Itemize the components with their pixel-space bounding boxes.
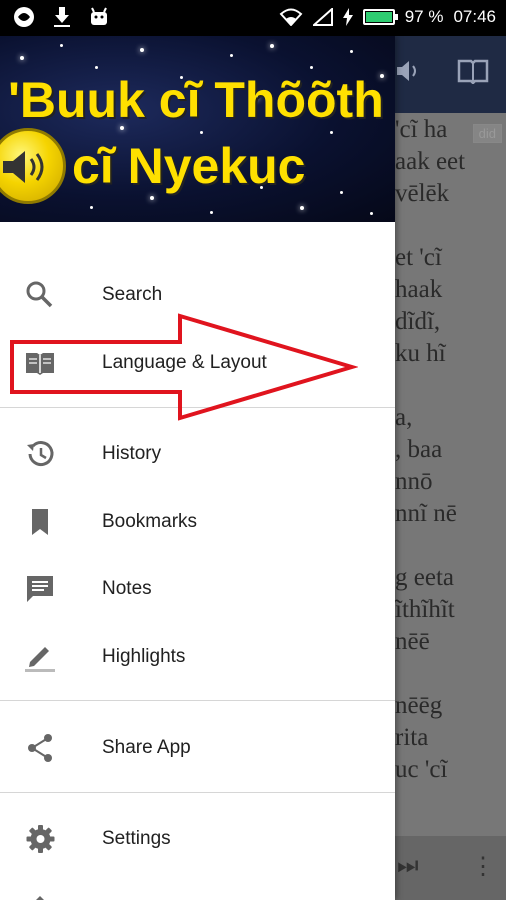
download-icon (54, 7, 70, 27)
reader-bottom-bar: ⏭ ⋮ (395, 836, 506, 900)
star-decoration (210, 211, 213, 214)
reader-line: a, (395, 404, 413, 431)
star-decoration (310, 66, 313, 69)
menu-label-notes: Notes (102, 578, 152, 599)
star-decoration (140, 48, 144, 52)
status-icons-left (12, 5, 110, 29)
menu-item-share-app[interactable]: Share App (0, 719, 395, 775)
speaker-logo-icon (0, 128, 66, 204)
star-decoration (90, 206, 93, 209)
partial-icon (36, 896, 44, 900)
menu-label-search: Search (102, 284, 163, 305)
drawer-header: 'Buuk cĩ Thõõth cĩ Nyekuc (0, 36, 395, 222)
app-title-line1: 'Buuk cĩ Thõõth (8, 72, 384, 128)
signal-icon (312, 8, 333, 26)
highlight-pen-icon (25, 647, 55, 672)
reader-line (395, 530, 506, 562)
status-icons-right: 97 % 07:46 (279, 7, 496, 27)
reader-line: ĩthĩhĩt (395, 596, 455, 623)
reader-line: ku hĩ (395, 340, 446, 367)
reader-line: , baa (395, 436, 443, 463)
star-decoration (270, 44, 274, 48)
menu-label-share-app: Share App (102, 737, 191, 758)
menu-divider (0, 792, 395, 793)
reader-line: nēēg (395, 692, 443, 719)
star-decoration (60, 44, 63, 47)
reader-line: nnō (395, 468, 433, 495)
reader-line (395, 370, 506, 402)
reader-line: aak eet (395, 148, 466, 175)
reader-line: et 'cĩ (395, 244, 442, 271)
reader-text: 'cĩ ha aak eet vēlēk et 'cĩ haak dĩdĩ, ku hĩ a,… (395, 114, 506, 786)
annotation-arrow (10, 313, 358, 421)
menu-label-settings: Settings (102, 828, 171, 849)
star-decoration (200, 131, 203, 134)
menu-divider (0, 700, 395, 701)
reader-line (395, 658, 506, 690)
bookmark-icon (32, 509, 48, 535)
reader-line: dĩdĩ, (395, 308, 441, 335)
charging-icon (342, 8, 353, 26)
clock: 07:46 (453, 7, 496, 26)
reader-line: nēē (395, 628, 430, 655)
book-icon[interactable] (457, 58, 489, 84)
menu-item-settings[interactable]: Settings (0, 810, 395, 866)
menu-item-highlights[interactable]: Highlights (0, 628, 395, 684)
gear-icon (26, 825, 55, 853)
wifi-icon (279, 8, 303, 26)
star-decoration (95, 66, 98, 69)
history-icon (27, 441, 54, 467)
notes-icon (27, 576, 53, 602)
star-decoration (350, 50, 353, 53)
star-decoration (340, 191, 343, 194)
menu-label-bookmarks: Bookmarks (102, 511, 198, 532)
reader-toolbar (395, 36, 506, 113)
star-decoration (230, 54, 233, 57)
menu-label-history: History (102, 443, 162, 464)
reader-line: uc 'cĩ (395, 756, 448, 783)
battery-percent: 97 % (404, 7, 444, 26)
menu-label-highlights: Highlights (102, 646, 186, 667)
menu-item-notes[interactable]: Notes (0, 560, 395, 616)
star-decoration (370, 212, 373, 215)
search-icon (26, 281, 53, 308)
menu-item-bookmarks[interactable]: Bookmarks (0, 493, 395, 549)
reader-line: 'cĩ ha (395, 116, 448, 143)
navigation-drawer: 'Buuk cĩ Thõõth cĩ Nyekuc Search Languag… (0, 36, 395, 900)
audio-icon[interactable] (395, 58, 421, 84)
star-decoration (300, 206, 304, 210)
reader-background: did 'cĩ ha aak eet vēlēk et 'cĩ haak dĩdĩ, ku … (395, 36, 506, 900)
reader-line: g eeta (395, 564, 454, 591)
star-decoration (330, 131, 333, 134)
star-decoration (20, 56, 24, 60)
star-decoration (150, 196, 154, 200)
app-notification-icon (14, 7, 34, 27)
skip-next-icon[interactable]: ⏭ (397, 852, 419, 880)
app-title-line2: cĩ Nyekuc (72, 138, 306, 194)
status-bar: 97 % 07:46 (0, 0, 506, 36)
reader-line (395, 210, 506, 242)
reader-line: vēlēk (395, 180, 450, 207)
reader-line: haak (395, 276, 443, 303)
battery-icon (362, 9, 398, 25)
menu-item-history[interactable]: History (0, 425, 395, 481)
menu-item-partial[interactable] (0, 874, 395, 900)
share-icon (28, 734, 52, 762)
reader-line: rita (395, 724, 429, 751)
reader-line: nnĩ nē (395, 500, 457, 527)
more-vert-icon[interactable]: ⋮ (471, 852, 495, 881)
android-icon (91, 7, 107, 25)
